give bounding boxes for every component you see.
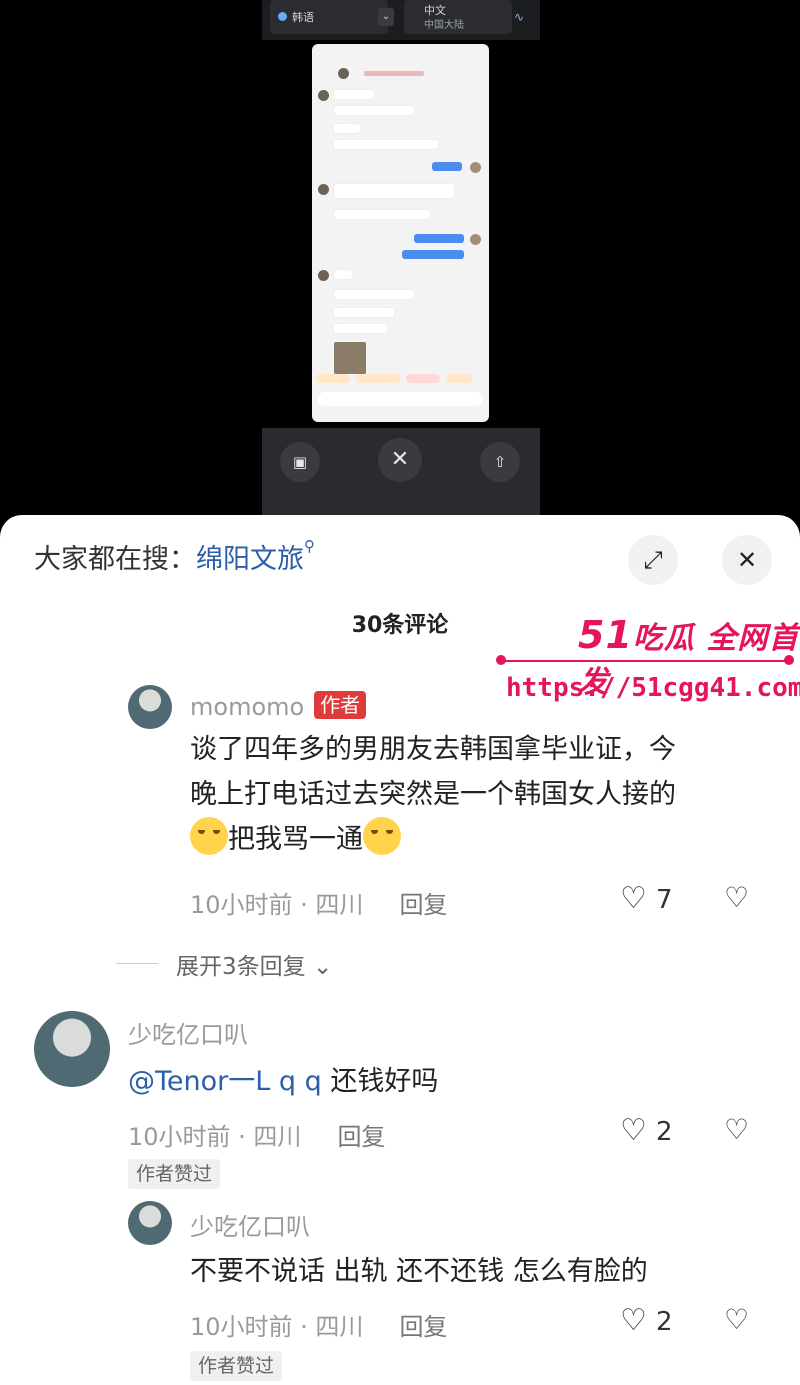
search-prefix: 大家都在搜： bbox=[34, 544, 196, 575]
watermark-number: 51 bbox=[578, 613, 633, 657]
quick-reply-chip bbox=[406, 374, 440, 383]
quick-reply-chip bbox=[316, 374, 350, 383]
close-icon[interactable]: ✕ bbox=[378, 438, 422, 482]
heart-icon[interactable]: ♡ bbox=[620, 1303, 647, 1338]
comment-time: 10小时前 · 四川 bbox=[128, 1123, 302, 1151]
chat-bubble bbox=[334, 106, 414, 115]
chevron-down-icon: ⌄ bbox=[312, 954, 333, 980]
username-text: momomo bbox=[190, 693, 305, 721]
reply-button[interactable]: 回复 bbox=[399, 891, 447, 919]
comment-meta: 10小时前 · 四川 回复 bbox=[190, 885, 447, 920]
heart-icon[interactable]: ♡ bbox=[620, 1113, 647, 1148]
translator-toolbar: 韩语 ⌄ 中文 中国大陆 ∿ bbox=[262, 0, 540, 40]
broken-heart-icon[interactable]: ♡ bbox=[724, 881, 749, 914]
chat-bubble bbox=[334, 140, 438, 149]
swap-icon[interactable]: ∿ bbox=[514, 10, 524, 24]
chat-avatar-self bbox=[470, 234, 481, 245]
mention-link[interactable]: @Tenor一L q q bbox=[128, 1066, 322, 1097]
avatar[interactable] bbox=[128, 1201, 172, 1245]
chat-bubble bbox=[334, 210, 430, 219]
chat-avatar bbox=[318, 184, 329, 195]
comment-line: 晚上打电话过去突然是一个韩国女人接的 bbox=[190, 779, 676, 810]
comment-text: 谈了四年多的男朋友去韩国拿毕业证，今 晚上打电话过去突然是一个韩国女人接的 把我… bbox=[190, 727, 780, 862]
chat-avatar bbox=[318, 270, 329, 281]
chevron-down-icon[interactable]: ⌄ bbox=[378, 8, 394, 26]
author-tag: 作者 bbox=[314, 691, 367, 719]
comment-line: 把我骂一通 bbox=[190, 817, 780, 862]
like-count: 7 bbox=[656, 885, 673, 915]
chat-avatar bbox=[318, 90, 329, 101]
chat-header-name-bar bbox=[364, 71, 424, 76]
expand-replies-button[interactable]: 展开3条回复 ⌄ bbox=[176, 947, 332, 981]
sad-emoji-icon bbox=[363, 817, 401, 855]
chat-bubble-self bbox=[402, 250, 464, 259]
divider bbox=[116, 963, 158, 964]
share-icon[interactable]: ⇧ bbox=[480, 442, 520, 482]
quick-reply-chip bbox=[446, 374, 472, 383]
chat-input-preview bbox=[318, 392, 483, 406]
comment-sheet: 大家都在搜：绵阳文旅⚲ ⤢ ✕ 30条评论 51吃瓜 全网首发 https://… bbox=[0, 515, 800, 1385]
comment-line-text: 把我骂一通 bbox=[228, 824, 363, 855]
source-language-selector[interactable]: 韩语 bbox=[270, 0, 388, 34]
search-suggestion[interactable]: 大家都在搜：绵阳文旅⚲ bbox=[34, 537, 315, 576]
chat-bubble bbox=[334, 124, 360, 133]
chat-bubble bbox=[334, 184, 454, 198]
avatar[interactable] bbox=[34, 1011, 110, 1087]
chat-bubble-self bbox=[414, 234, 464, 243]
image-icon[interactable]: ▣ bbox=[280, 442, 320, 482]
comment-meta: 10小时前 · 四川 回复 bbox=[190, 1307, 447, 1342]
chat-bubble bbox=[334, 290, 414, 299]
avatar[interactable] bbox=[128, 685, 172, 729]
reply-button[interactable]: 回复 bbox=[399, 1313, 447, 1341]
author-liked-badge: 作者赞过 bbox=[128, 1159, 221, 1189]
comment-meta: 10小时前 · 四川 回复 bbox=[128, 1117, 385, 1152]
watermark-dot bbox=[496, 655, 506, 665]
search-icon: ⚲ bbox=[304, 537, 315, 555]
watermark-url: https://51cgg41.com bbox=[506, 673, 800, 703]
comment-body: 还钱好吗 bbox=[321, 1066, 439, 1097]
watermark-dot bbox=[784, 655, 794, 665]
reply-button[interactable]: 回复 bbox=[337, 1123, 385, 1151]
comment-username[interactable]: momomo 作者 bbox=[190, 691, 367, 721]
comment-time: 10小时前 · 四川 bbox=[190, 1313, 364, 1341]
like-count: 2 bbox=[656, 1117, 673, 1147]
chat-bubble bbox=[334, 308, 394, 317]
comment-username[interactable]: 少吃亿口叭 bbox=[128, 1015, 248, 1050]
comment-text: @Tenor一L q q 还钱好吗 bbox=[128, 1059, 768, 1104]
chat-bubble bbox=[334, 90, 374, 99]
chat-bubble bbox=[334, 324, 388, 333]
chat-bubble bbox=[334, 270, 352, 279]
broken-heart-icon[interactable]: ♡ bbox=[724, 1113, 749, 1146]
quick-reply-chip bbox=[356, 374, 400, 383]
chat-header-avatar bbox=[338, 68, 349, 79]
chat-header bbox=[312, 62, 489, 84]
comment-time: 10小时前 · 四川 bbox=[190, 891, 364, 919]
watermark-divider bbox=[500, 660, 790, 662]
comment-line: 谈了四年多的男朋友去韩国拿毕业证，今 bbox=[190, 734, 676, 765]
comment-text: 不要不说话 出轨 还不还钱 怎么有脸的 bbox=[190, 1256, 648, 1287]
expand-icon[interactable]: ⤢ bbox=[628, 535, 678, 585]
chat-screenshot-preview bbox=[312, 44, 489, 422]
heart-icon[interactable]: ♡ bbox=[620, 881, 647, 916]
phone-status-bar bbox=[312, 44, 489, 58]
chat-avatar-self bbox=[470, 162, 481, 173]
like-count: 2 bbox=[656, 1307, 673, 1337]
crying-emoji-icon bbox=[190, 817, 228, 855]
source-language-label: 韩语 bbox=[292, 11, 314, 24]
close-icon[interactable]: ✕ bbox=[722, 535, 772, 585]
author-liked-badge: 作者赞过 bbox=[190, 1351, 283, 1381]
expand-replies-label: 展开3条回复 bbox=[176, 954, 306, 980]
comment-username[interactable]: 少吃亿口叭 bbox=[190, 1207, 310, 1242]
language-dot-icon bbox=[278, 12, 287, 21]
search-keyword-link[interactable]: 绵阳文旅 bbox=[196, 544, 304, 575]
image-tool-panel: ▣ ✕ ⇧ bbox=[262, 428, 540, 520]
target-region-label: 中国大陆 bbox=[424, 20, 464, 31]
chat-bubble-self bbox=[432, 162, 462, 171]
broken-heart-icon[interactable]: ♡ bbox=[724, 1303, 749, 1336]
target-language-selector[interactable]: 中文 中国大陆 bbox=[404, 0, 512, 34]
chat-photo bbox=[334, 342, 366, 374]
